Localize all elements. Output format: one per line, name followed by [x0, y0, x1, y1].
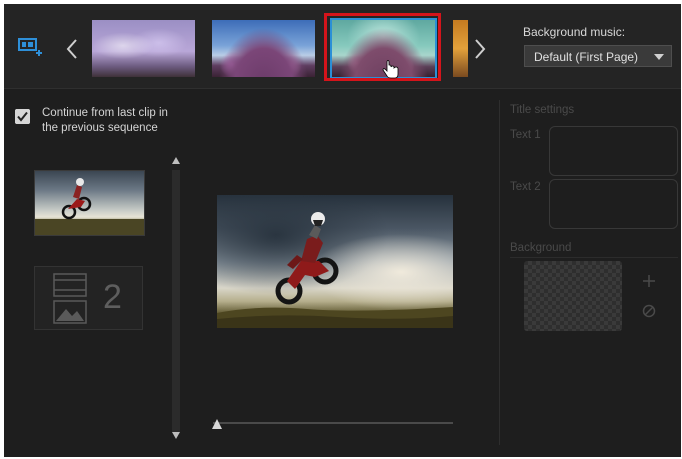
app-window: Background music: Default (First Page) C… [4, 4, 681, 457]
theme-thumbnail-2[interactable] [212, 20, 315, 77]
preview-timeline-slider[interactable] [213, 422, 453, 424]
motocross-preview-image [217, 212, 453, 328]
background-heading: Background [510, 242, 572, 254]
chevron-left-icon[interactable] [64, 38, 80, 60]
background-music-label: Background music: [523, 25, 626, 39]
slider-thumb-icon[interactable] [211, 418, 223, 430]
clip-placeholder-2[interactable]: 2 [34, 266, 143, 330]
theme-thumbnail-4[interactable] [453, 20, 468, 77]
scroll-down-arrow-icon[interactable] [172, 432, 180, 439]
motocross-thumb-image [35, 178, 144, 235]
background-swatch[interactable] [524, 261, 622, 331]
text2-label: Text 2 [510, 181, 541, 193]
background-separator [510, 257, 678, 258]
chevron-right-icon[interactable] [472, 38, 488, 60]
clip-thumbnail-1[interactable] [34, 170, 145, 236]
dropdown-arrow-icon [654, 54, 664, 60]
hand-cursor-icon [382, 60, 399, 79]
add-scene-icon[interactable] [16, 34, 44, 60]
theme-strip: Background music: Default (First Page) [4, 4, 681, 89]
clip-list-scrollbar[interactable] [172, 170, 180, 432]
continue-checkbox[interactable] [15, 109, 30, 124]
film-image-icon [53, 273, 87, 324]
preview-image [217, 195, 453, 328]
clear-icon[interactable] [642, 304, 656, 318]
clip-number: 2 [103, 278, 122, 316]
background-music-dropdown[interactable]: Default (First Page) [524, 45, 672, 67]
theme-thumbnail-1[interactable] [92, 20, 195, 77]
scroll-up-arrow-icon[interactable] [172, 157, 180, 164]
text1-label: Text 1 [510, 129, 541, 141]
continue-label: Continue from last clip in the previous … [42, 107, 168, 134]
background-music-value: Default (First Page) [534, 50, 639, 64]
title-settings-heading: Title settings [510, 104, 575, 116]
panel-divider [499, 100, 500, 445]
plus-icon[interactable] [643, 275, 655, 287]
text1-field[interactable] [549, 126, 678, 176]
text2-field[interactable] [549, 179, 678, 229]
